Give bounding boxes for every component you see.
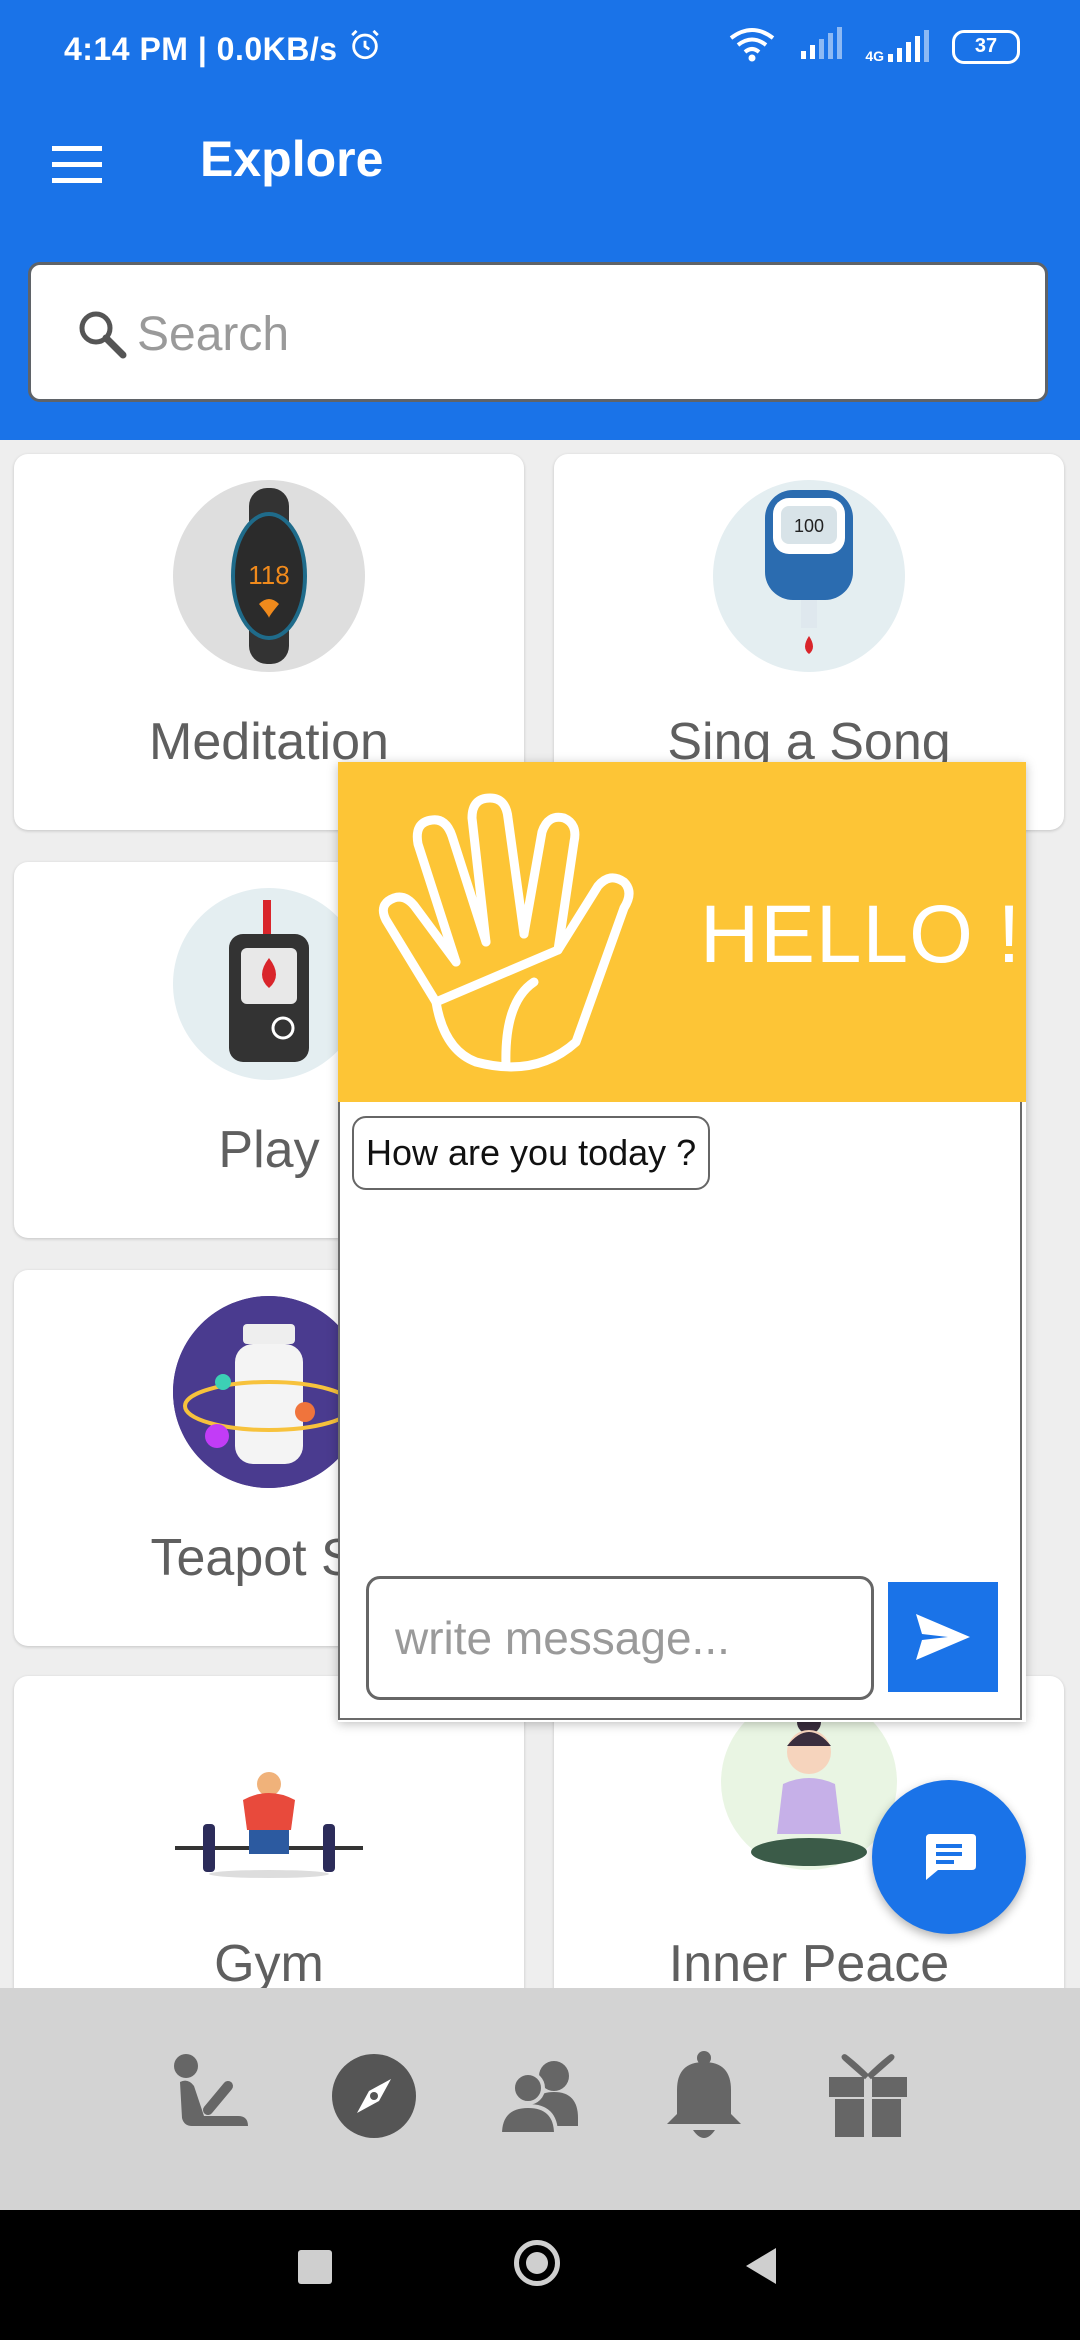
message-input[interactable] — [366, 1576, 874, 1700]
bell-icon — [667, 2051, 741, 2138]
chat-fab-button[interactable] — [872, 1780, 1026, 1934]
search-icon — [75, 307, 129, 366]
gift-icon — [829, 2054, 907, 2137]
page-title: Explore — [200, 131, 384, 187]
glucose-meter-icon: 100 — [713, 480, 905, 672]
signal-4g-icon: 4G — [865, 29, 930, 64]
compass-icon — [332, 2054, 416, 2138]
back-triangle-icon — [746, 2248, 776, 2284]
network-type: 4G — [865, 47, 884, 64]
menu-button[interactable] — [44, 132, 108, 196]
app-bar: Explore — [0, 96, 1080, 440]
send-icon — [916, 1614, 970, 1660]
bottom-nav — [0, 1988, 1080, 2210]
chat-header: HELLO ! — [338, 762, 1026, 1102]
send-button[interactable] — [888, 1582, 998, 1692]
nav-community[interactable] — [490, 2046, 590, 2146]
card-label: Gym — [214, 1935, 324, 1993]
nav-explore[interactable] — [324, 2046, 424, 2146]
weightlifter-icon — [173, 1702, 365, 1894]
hello-text: HELLO ! — [700, 889, 1022, 980]
group-icon — [497, 2061, 578, 2136]
svg-text:118: 118 — [248, 560, 289, 590]
nav-notifications[interactable] — [654, 2046, 754, 2146]
status-left: 4:14 PM | 0.0KB/s — [64, 28, 382, 70]
nav-exercise[interactable] — [160, 2046, 260, 2146]
chat-bubble-icon — [926, 1834, 976, 1880]
exercise-icon — [174, 2054, 248, 2126]
chat-area: How are you today ? — [338, 1102, 1022, 1720]
back-button[interactable] — [744, 2246, 778, 2291]
search-box[interactable] — [28, 262, 1048, 402]
home-button[interactable] — [514, 2240, 560, 2286]
status-right: 4G 37 — [727, 26, 1020, 67]
status-time-speed: 4:14 PM | 0.0KB/s — [64, 30, 338, 67]
vitamin-bottle-icon — [173, 1296, 365, 1488]
wifi-icon — [727, 26, 777, 67]
status-bar: 4:14 PM | 0.0KB/s 4G 37 — [0, 0, 1080, 96]
system-nav-bar — [0, 2210, 1080, 2340]
nav-rewards[interactable] — [818, 2046, 918, 2146]
hamburger-menu-icon — [52, 146, 102, 183]
battery-level: 37 — [974, 35, 998, 57]
fitness-watch-icon: 118 — [173, 480, 365, 672]
signal-icon — [799, 27, 843, 66]
chat-message-bubble: How are you today ? — [352, 1116, 711, 1190]
chat-popup: HELLO ! How are you today ? — [338, 762, 1026, 1722]
battery-icon: 37 — [952, 29, 1020, 64]
recent-apps-button[interactable] — [298, 2250, 332, 2284]
blood-glucose-device-icon — [173, 888, 365, 1080]
home-circle-icon — [526, 2252, 548, 2274]
svg-text:100: 100 — [794, 516, 824, 536]
card-label: Inner Peace — [668, 1935, 950, 1993]
waving-hand-icon — [366, 792, 666, 1087]
alarm-icon — [348, 28, 382, 70]
search-input[interactable] — [135, 295, 1019, 373]
